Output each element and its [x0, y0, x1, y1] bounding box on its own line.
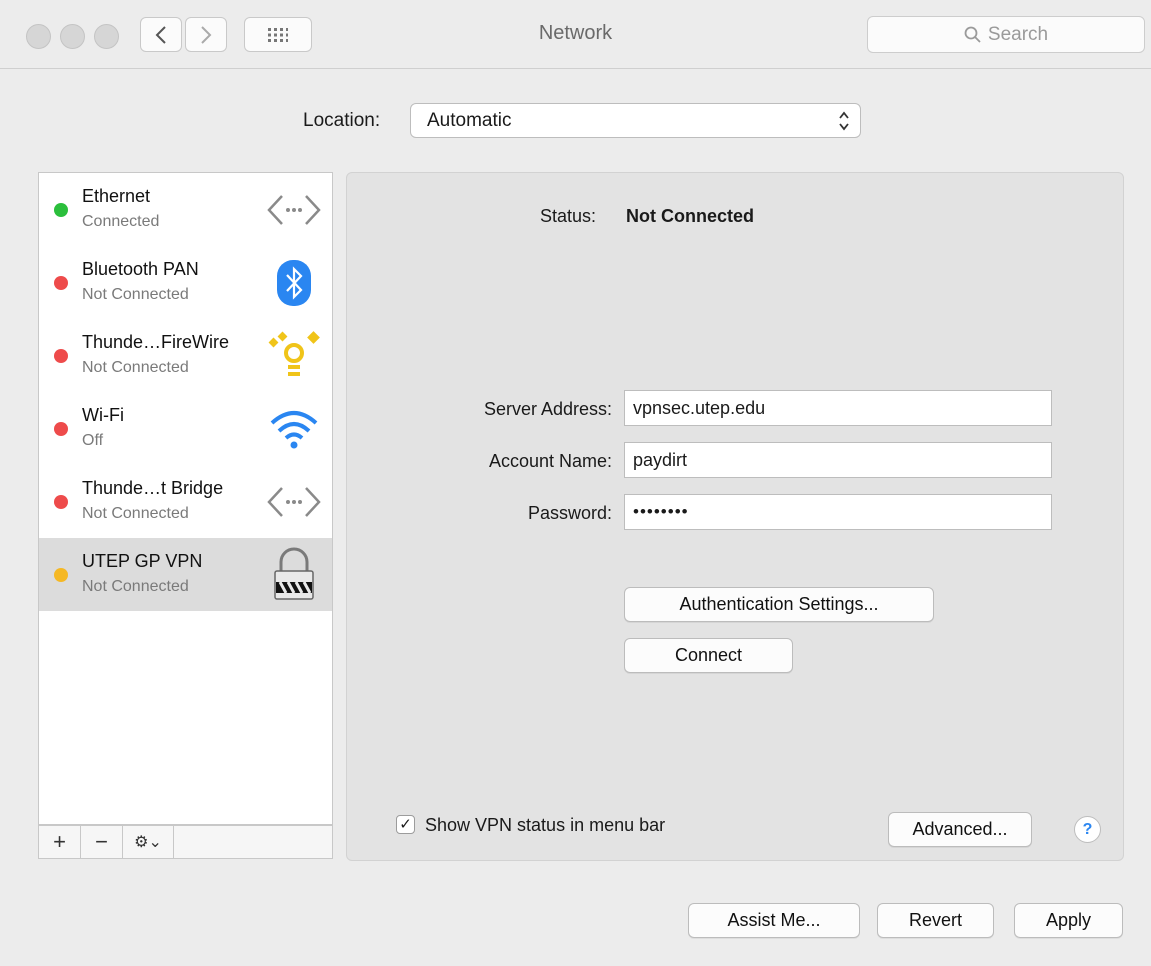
service-name: Bluetooth PAN	[82, 259, 199, 279]
search-icon	[964, 26, 981, 43]
assist-me-button[interactable]: Assist Me...	[688, 903, 860, 938]
location-label: Location:	[303, 110, 381, 131]
apply-button[interactable]: Apply	[1014, 903, 1123, 938]
service-name: Thunde…FireWire	[82, 332, 230, 352]
server-address-label: Server Address:	[483, 399, 612, 419]
advanced-button[interactable]: Advanced...	[888, 812, 1032, 847]
add-service-button[interactable]: +	[39, 826, 81, 858]
remove-service-button[interactable]: −	[81, 826, 123, 858]
service-status: Not Connected	[82, 505, 189, 522]
service-status: Not Connected	[82, 578, 189, 595]
search-placeholder: Search	[987, 23, 1049, 45]
status-label: Status:	[540, 206, 597, 226]
bluetooth-icon	[265, 254, 323, 312]
service-status: Not Connected	[82, 359, 189, 376]
service-item-utep-gp-vpn[interactable]: UTEP GP VPN Not Connected	[39, 538, 332, 611]
status-dot	[54, 568, 68, 582]
service-name: Wi-Fi	[82, 405, 124, 425]
status-dot	[54, 276, 68, 290]
connect-button[interactable]: Connect	[624, 638, 793, 673]
wifi-icon	[265, 400, 323, 458]
status-dot	[54, 349, 68, 363]
status-dot	[54, 203, 68, 217]
status-dot	[54, 422, 68, 436]
show-vpn-status-label: Show VPN status in menu bar	[425, 815, 666, 835]
location-select[interactable]: Automatic	[410, 103, 861, 138]
location-value: Automatic	[427, 110, 512, 131]
password-label: Password:	[527, 503, 612, 523]
ethernet-icon	[265, 181, 323, 239]
service-status: Off	[82, 432, 104, 449]
revert-button[interactable]: Revert	[877, 903, 994, 938]
service-item-thunderbolt-bridge[interactable]: Thunde…t Bridge Not Connected	[39, 465, 332, 538]
account-name-field[interactable]: paydirt	[624, 442, 1052, 478]
service-item-thunderbolt-firewire[interactable]: Thunde…FireWire Not Connected	[39, 319, 332, 392]
service-item-wifi[interactable]: Wi-Fi Off	[39, 392, 332, 465]
title-bar: Network Search	[0, 0, 1151, 69]
service-status: Connected	[82, 213, 160, 230]
server-address-field[interactable]: vpnsec.utep.edu	[624, 390, 1052, 426]
help-button[interactable]: ?	[1074, 816, 1101, 843]
service-name: Ethernet	[82, 186, 151, 206]
password-field[interactable]: ••••••••	[624, 494, 1052, 530]
show-vpn-status-checkbox[interactable]: ✓	[396, 815, 415, 834]
service-item-bluetooth-pan[interactable]: Bluetooth PAN Not Connected	[39, 246, 332, 319]
service-item-ethernet[interactable]: Ethernet Connected	[39, 173, 332, 246]
authentication-settings-button[interactable]: Authentication Settings...	[624, 587, 934, 622]
service-list-toolbar: + − ⚙⌄	[38, 825, 333, 859]
status-dot	[54, 495, 68, 509]
service-status: Not Connected	[82, 286, 189, 303]
service-name: Thunde…t Bridge	[82, 478, 224, 498]
service-name: UTEP GP VPN	[82, 551, 203, 571]
account-name-label: Account Name:	[488, 451, 612, 471]
updown-arrows-icon	[838, 108, 850, 135]
action-menu-button[interactable]: ⚙⌄	[123, 826, 174, 858]
vpn-lock-icon	[265, 546, 323, 604]
status-value: Not Connected	[626, 206, 754, 226]
search-field[interactable]: Search	[867, 16, 1145, 53]
firewire-icon	[265, 327, 323, 385]
ethernet-icon	[265, 473, 323, 531]
service-list: Ethernet Connected Bluetooth PAN Not Con…	[38, 172, 333, 825]
